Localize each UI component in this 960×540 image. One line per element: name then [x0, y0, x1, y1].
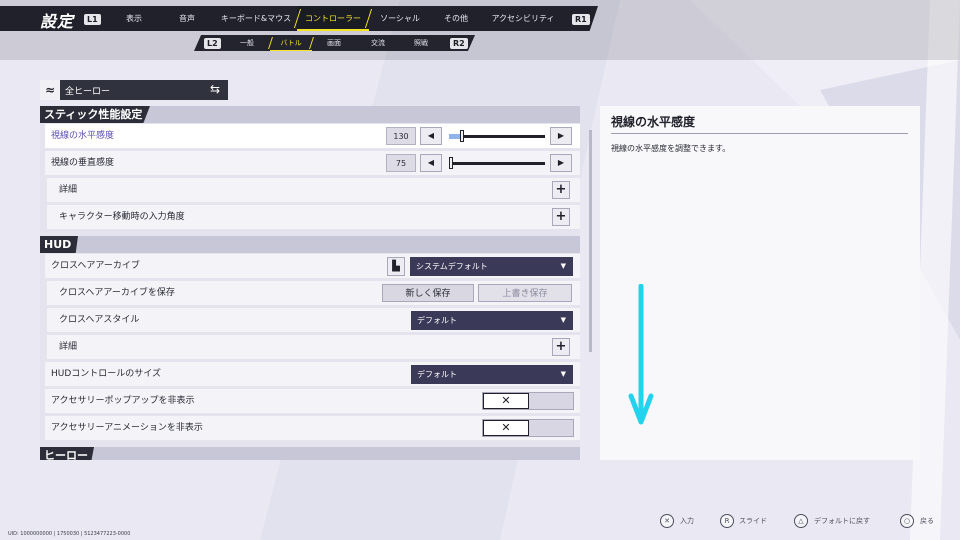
row-details[interactable]: 詳細 +	[47, 335, 580, 359]
horizontal-sensitivity-label: 視線の水平感度	[51, 131, 115, 141]
expand-plus-icon[interactable]: +	[552, 208, 570, 226]
row-crosshair-archive[interactable]: クロスヘアアーカイブ ▙ システムデフォルト ▼	[45, 254, 580, 278]
tab-audio[interactable]: 音声	[163, 6, 211, 31]
subtab-spectate[interactable]: 照戦	[402, 35, 440, 51]
decrease-arrow-icon[interactable]: ◀	[420, 127, 442, 145]
subtab-battle[interactable]: バトル	[270, 35, 312, 51]
page-title: 設定	[40, 12, 75, 31]
details-label: 詳細	[59, 342, 78, 352]
chevron-down-icon: ▼	[560, 316, 566, 324]
vertical-sensitivity-slider[interactable]	[449, 162, 545, 165]
chevron-down-icon: ▼	[560, 262, 566, 270]
toggle-x-icon: ✕	[483, 420, 529, 436]
toggle-x-icon: ✕	[483, 393, 529, 409]
tab-keyboard-mouse[interactable]: キーボード&マウス	[218, 6, 294, 31]
section-hud: HUD	[40, 236, 78, 253]
info-title: 視線の水平感度	[611, 115, 696, 129]
move-input-angle-label: キャラクター移動時の入力角度	[59, 212, 185, 222]
row-horizontal-sensitivity[interactable]: 視線の水平感度 130 ◀ ▶	[45, 124, 580, 148]
hud-control-size-dropdown[interactable]: デフォルト ▼	[411, 365, 573, 384]
r-stick-icon: R	[720, 514, 734, 528]
vertical-sensitivity-value[interactable]: 75	[386, 154, 416, 172]
crosshair-style-dropdown[interactable]: デフォルト ▼	[411, 311, 573, 330]
hint-back: 戻る	[920, 517, 934, 525]
subtab-screen[interactable]: 画面	[316, 35, 352, 51]
hint-reset-default: デフォルトに戻す	[814, 517, 870, 525]
crosshair-style-label: クロスヘアスタイル	[59, 315, 140, 325]
row-move-input-angle[interactable]: キャラクター移動時の入力角度 +	[47, 205, 580, 229]
hide-accessory-animation-label: アクセサリーアニメーションを非表示	[51, 423, 203, 433]
row-vertical-sensitivity[interactable]: 視線の垂直感度 75 ◀ ▶	[45, 151, 580, 175]
r1-button-hint: R1	[572, 14, 590, 25]
horizontal-sensitivity-value[interactable]: 130	[386, 127, 416, 145]
l1-button-hint: L1	[84, 14, 101, 25]
slider-handle[interactable]	[449, 157, 453, 169]
scrollbar[interactable]	[589, 130, 592, 352]
row-hide-accessory-popup[interactable]: アクセサリーポップアップを非表示 ✕	[45, 389, 580, 413]
subtab-general[interactable]: 一般	[230, 35, 264, 51]
info-description: 視線の水平感度を調整できます。	[611, 144, 731, 153]
info-divider	[611, 133, 908, 134]
hint-slide: スライド	[739, 517, 767, 525]
hide-accessory-popup-toggle[interactable]: ✕	[482, 392, 574, 410]
settings-panel[interactable]: スティック性能設定 視線の水平感度 130 ◀ ▶ 視線の垂直感度 75 ◀ ▶…	[40, 106, 580, 460]
l2-button-hint: L2	[204, 38, 221, 49]
crosshair-archive-label: クロスヘアアーカイブ	[51, 261, 140, 271]
r2-button-hint: R2	[450, 38, 468, 49]
increase-arrow-icon[interactable]: ▶	[550, 127, 572, 145]
vertical-sensitivity-label: 視線の垂直感度	[51, 158, 115, 168]
hud-control-size-label: HUDコントロールのサイズ	[51, 369, 162, 379]
section-divider	[40, 236, 580, 253]
row-crosshair-style[interactable]: クロスヘアスタイル デフォルト ▼	[47, 308, 580, 332]
cross-button-icon: ✕	[660, 514, 674, 528]
row-details[interactable]: 詳細 +	[47, 178, 580, 202]
row-hud-control-size[interactable]: HUDコントロールのサイズ デフォルト ▼	[45, 362, 580, 386]
swap-icon[interactable]: ⇆	[210, 82, 220, 96]
triangle-button-icon: △	[794, 514, 808, 528]
tab-controller[interactable]: コントローラー	[297, 6, 369, 31]
slider-handle[interactable]	[460, 130, 465, 142]
hint-input: 入力	[680, 517, 694, 525]
hero-logo-icon: ≈	[40, 80, 60, 100]
save-crosshair-label: クロスヘアアーカイブを保存	[59, 288, 175, 298]
row-save-crosshair-archive[interactable]: クロスヘアアーカイブを保存 新しく保存 上書き保存	[47, 281, 580, 305]
increase-arrow-icon[interactable]: ▶	[550, 154, 572, 172]
details-label: 詳細	[59, 185, 78, 195]
overwrite-save-button[interactable]: 上書き保存	[478, 284, 572, 302]
expand-plus-icon[interactable]: +	[552, 338, 570, 356]
crosshair-archive-dropdown[interactable]: システムデフォルト ▼	[410, 257, 573, 276]
hero-selector[interactable]: ≈ 全ヒーロー ⇆	[40, 80, 228, 100]
chevron-down-icon: ▼	[560, 370, 566, 378]
subtab-interaction[interactable]: 交流	[360, 35, 396, 51]
hide-accessory-animation-toggle[interactable]: ✕	[482, 419, 574, 437]
row-hide-accessory-animation[interactable]: アクセサリーアニメーションを非表示 ✕	[45, 416, 580, 440]
section-hero: ヒーロー	[40, 447, 94, 460]
scroll-down-arrow-icon	[628, 284, 654, 425]
expand-plus-icon[interactable]: +	[552, 181, 570, 199]
info-panel: 視線の水平感度 視線の水平感度を調整できます。	[600, 106, 920, 460]
uid-text: UID: 1000000000 | 1750030 | 5123477223-0…	[8, 531, 131, 537]
tab-accessibility[interactable]: アクセシビリティ	[484, 6, 562, 31]
new-save-button[interactable]: 新しく保存	[382, 284, 474, 302]
crosshair-editor-icon[interactable]: ▙	[387, 257, 405, 276]
hide-accessory-popup-label: アクセサリーポップアップを非表示	[51, 396, 195, 406]
hero-selector-label: 全ヒーロー	[65, 87, 111, 97]
section-stick-settings: スティック性能設定	[40, 106, 150, 123]
section-divider	[40, 447, 580, 460]
tab-social[interactable]: ソーシャル	[372, 6, 428, 31]
decrease-arrow-icon[interactable]: ◀	[420, 154, 442, 172]
tab-other[interactable]: その他	[434, 6, 478, 31]
tab-display[interactable]: 表示	[112, 6, 156, 31]
circle-button-icon: ○	[900, 514, 914, 528]
